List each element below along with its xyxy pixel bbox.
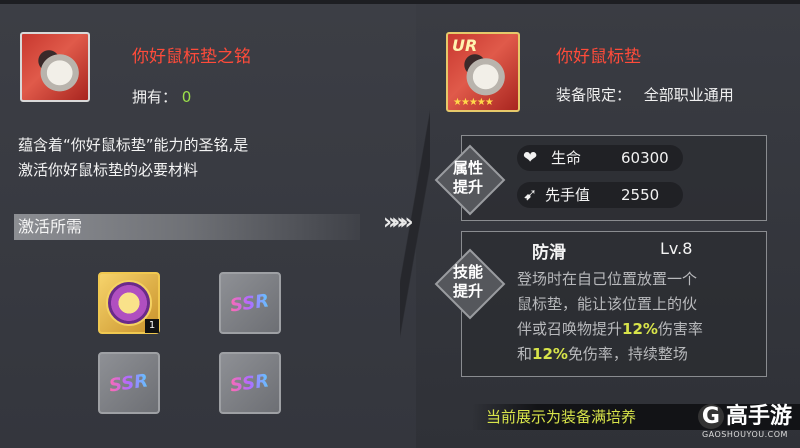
stat-row-initiative: ➹ 先手值 2550 (517, 182, 683, 208)
material-count: 1 (145, 319, 159, 333)
description-line-2: 激活你好鼠标垫的必要材料 (18, 161, 199, 179)
skill-title-line-1: 技能 (452, 263, 483, 281)
ssr-material-slot[interactable]: SSR (219, 272, 281, 334)
equip-limit-value: 全部职业通用 (643, 86, 734, 104)
owned-count-row: 拥有： 0 (132, 86, 191, 107)
skill-title-line-2: 提升 (452, 282, 483, 300)
skill-description: 登场时在自己位置放置一个 鼠标垫，能让该位置上的伙 伴或召唤物提升12%伤害率 … (517, 267, 761, 367)
watermark-brand: G 高手游 (697, 398, 792, 430)
skill-text-segment: 伴或召唤物提升 (517, 320, 623, 338)
medal-material-slot[interactable]: 1 (98, 272, 160, 334)
description-line-1: 蕴含着“你好鼠标垫”能力的圣铭,是 (18, 136, 249, 154)
stat-value: 2550 (621, 186, 660, 204)
stat-name: 先手值 (545, 186, 591, 204)
mousepad-art-icon (30, 44, 84, 92)
owned-label: 拥有： (132, 88, 178, 106)
skill-line-3: 伴或召唤物提升12%伤害率 (517, 317, 761, 342)
stat-value: 60300 (621, 149, 669, 167)
skill-line-1: 登场时在自己位置放置一个 (517, 270, 698, 288)
material-description: 蕴含着“你好鼠标垫”能力的圣铭,是 激活你好鼠标垫的必要材料 (18, 133, 248, 183)
owned-count: 0 (181, 88, 192, 106)
stat-name: 生命 (551, 149, 582, 167)
skill-percent: 12% (622, 320, 658, 338)
ssr-icon: SSR (108, 369, 150, 397)
material-item-icon (20, 32, 90, 102)
skill-text-segment: 伤害率 (657, 320, 703, 338)
speed-icon: ➹ (523, 185, 538, 205)
equip-limit-label: 装备限定： (556, 86, 632, 104)
attribute-title-line-1: 属性 (452, 159, 483, 177)
watermark-logo-icon: G (697, 404, 724, 429)
attribute-title: 属性 提升 (451, 159, 485, 197)
watermark-url: GAOSHOUYOU.COM (701, 430, 788, 439)
skill-title: 技能 提升 (451, 263, 485, 301)
ssr-icon: SSR (229, 289, 271, 317)
watermark-brand-text: 高手游 (725, 404, 792, 429)
requirements-title: 激活所需 (14, 214, 360, 240)
ssr-material-slot[interactable]: SSR (98, 352, 160, 414)
material-item-name: 你好鼠标垫之铭 (132, 47, 251, 67)
attribute-title-line-2: 提升 (452, 178, 483, 196)
equipment-name: 你好鼠标垫 (556, 47, 641, 67)
skill-line-4: 和12%免伤率，持续整场 (517, 342, 761, 367)
equip-limit-row: 装备限定： 全部职业通用 (556, 84, 734, 105)
equipment-icon: UR ★★★★★ (446, 32, 520, 112)
skill-text-segment: 和 (517, 345, 533, 363)
skill-level: Lv.8 (660, 239, 693, 258)
skill-diamond: 技能 提升 (436, 250, 500, 314)
star-rating-icon: ★★★★★ (453, 97, 494, 108)
triple-arrow-icon: »»» (383, 210, 414, 235)
skill-percent: 12% (532, 345, 568, 363)
site-watermark: G 高手游 GAOSHOUYOU.COM (697, 398, 792, 439)
attribute-diamond: 属性 提升 (436, 146, 500, 210)
skill-name: 防滑 (532, 243, 566, 263)
ssr-material-slot[interactable]: SSR (219, 352, 281, 414)
heart-icon: ❤ (523, 148, 538, 168)
stat-row-hp: ❤ 生命 60300 (517, 145, 683, 171)
skill-text-segment: 免伤率，持续整场 (567, 345, 688, 363)
mousepad-art-icon (456, 48, 510, 96)
skill-line-2: 鼠标垫，能让该位置上的伙 (517, 295, 698, 313)
ssr-icon: SSR (229, 369, 271, 397)
